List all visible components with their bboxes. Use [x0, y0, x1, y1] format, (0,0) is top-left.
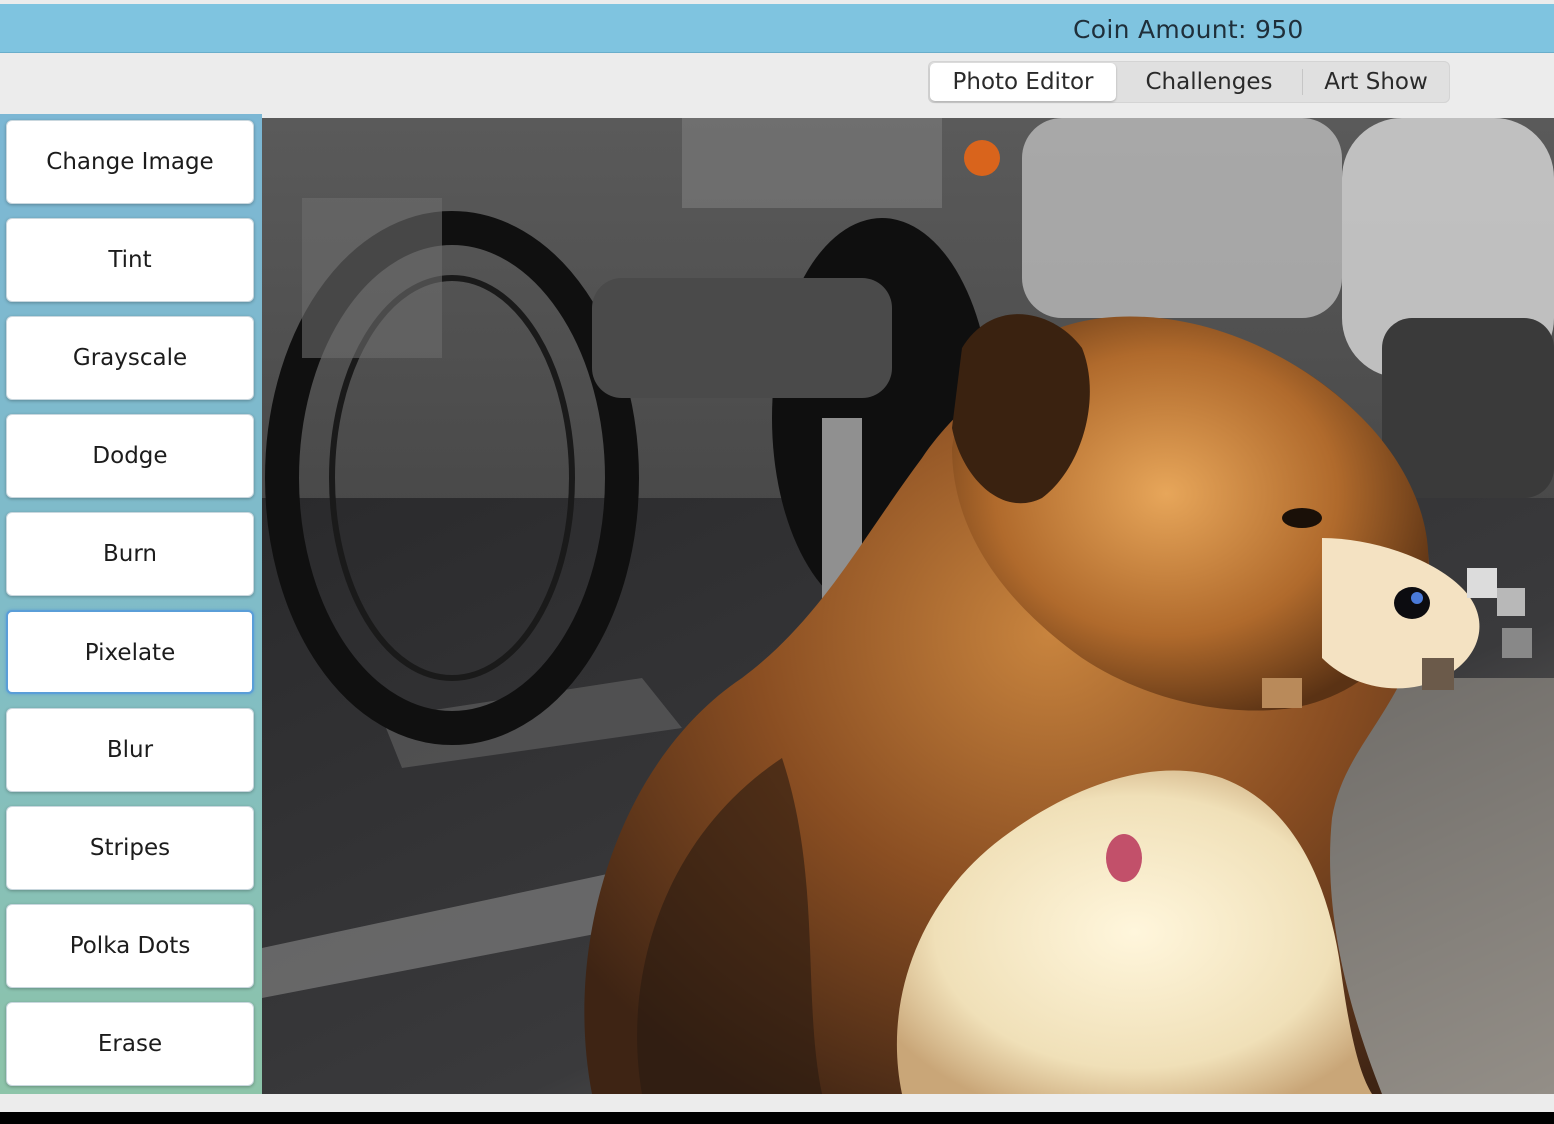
stripes-button[interactable]: Stripes [6, 806, 254, 890]
pixelate-button[interactable]: Pixelate [6, 610, 254, 694]
tint-button[interactable]: Tint [6, 218, 254, 302]
coin-amount: Coin Amount: 950 [1073, 15, 1304, 44]
tab-bar: Photo Editor Challenges Art Show [0, 53, 1554, 113]
burn-button[interactable]: Burn [6, 512, 254, 596]
dog-photo-image [262, 118, 1554, 1094]
grayscale-button[interactable]: Grayscale [6, 316, 254, 400]
erase-button[interactable]: Erase [6, 1002, 254, 1086]
tab-photo-editor[interactable]: Photo Editor [930, 63, 1116, 101]
blur-button[interactable]: Blur [6, 708, 254, 792]
tab-art-show[interactable]: Art Show [1303, 63, 1449, 101]
change-image-button[interactable]: Change Image [6, 120, 254, 204]
image-canvas[interactable] [262, 118, 1554, 1094]
polka-dots-button[interactable]: Polka Dots [6, 904, 254, 988]
dodge-button[interactable]: Dodge [6, 414, 254, 498]
segmented-tabs: Photo Editor Challenges Art Show [928, 61, 1450, 103]
tools-sidebar: Change Image Tint Grayscale Dodge Burn P… [0, 114, 262, 1094]
coin-bar: Coin Amount: 950 [0, 4, 1554, 53]
tab-challenges[interactable]: Challenges [1116, 63, 1302, 101]
photo-editor-app: Coin Amount: 950 Photo Editor Challenges… [0, 0, 1554, 1112]
bottom-strip [0, 1094, 1554, 1112]
